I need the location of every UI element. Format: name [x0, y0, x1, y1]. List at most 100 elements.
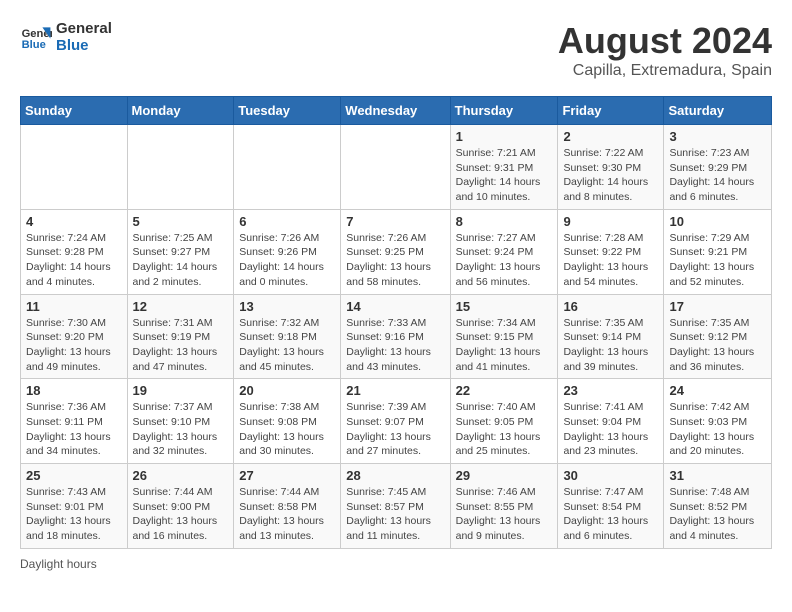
- day-number: 6: [239, 214, 335, 229]
- day-cell: 6 Sunrise: 7:26 AM Sunset: 9:26 PM Daylig…: [234, 209, 341, 294]
- day-cell: 18 Sunrise: 7:36 AM Sunset: 9:11 PM Dayli…: [21, 379, 128, 464]
- day-cell: 28 Sunrise: 7:45 AM Sunset: 8:57 PM Dayli…: [341, 464, 450, 549]
- day-number: 19: [133, 383, 229, 398]
- day-cell: 7 Sunrise: 7:26 AM Sunset: 9:25 PM Daylig…: [341, 209, 450, 294]
- day-cell: 15 Sunrise: 7:34 AM Sunset: 9:15 PM Dayli…: [450, 294, 558, 379]
- day-cell: 16 Sunrise: 7:35 AM Sunset: 9:14 PM Dayli…: [558, 294, 664, 379]
- day-cell: 21Sunrise: 7:39 AM Sunset: 9:07 PM Dayli…: [341, 379, 450, 464]
- day-info: Sunrise: 7:48 AM Sunset: 8:52 PM Dayligh…: [669, 485, 766, 544]
- day-cell: [127, 125, 234, 210]
- day-info: Sunrise: 7:42 AM Sunset: 9:03 PM Dayligh…: [669, 400, 766, 459]
- day-info: Sunrise: 7:35 AM Sunset: 9:14 PM Dayligh…: [563, 316, 658, 375]
- day-cell: 30 Sunrise: 7:47 AM Sunset: 8:54 PM Dayli…: [558, 464, 664, 549]
- day-number: 14: [346, 299, 444, 314]
- day-info: Sunrise: 7:47 AM Sunset: 8:54 PM Dayligh…: [563, 485, 658, 544]
- day-cell: 3 Sunrise: 7:23 AM Sunset: 9:29 PM Daylig…: [664, 125, 772, 210]
- day-info: Sunrise: 7:27 AM Sunset: 9:24 PM Dayligh…: [456, 231, 553, 290]
- day-info: Sunrise: 7:43 AM Sunset: 9:01 PM Dayligh…: [26, 485, 122, 544]
- logo-line1: General: [56, 20, 112, 37]
- day-cell: 31 Sunrise: 7:48 AM Sunset: 8:52 PM Dayli…: [664, 464, 772, 549]
- day-cell: [21, 125, 128, 210]
- header-cell-monday: Monday: [127, 97, 234, 125]
- day-cell: 17 Sunrise: 7:35 AM Sunset: 9:12 PM Dayli…: [664, 294, 772, 379]
- day-number: 3: [669, 129, 766, 144]
- day-info: Sunrise: 7:40 AM Sunset: 9:05 PM Dayligh…: [456, 400, 553, 459]
- day-number: 4: [26, 214, 122, 229]
- day-cell: 5Sunrise: 7:25 AM Sunset: 9:27 PM Daylig…: [127, 209, 234, 294]
- day-cell: 23Sunrise: 7:41 AM Sunset: 9:04 PM Dayli…: [558, 379, 664, 464]
- week-row-1: 1Sunrise: 7:21 AM Sunset: 9:31 PM Daylig…: [21, 125, 772, 210]
- header-cell-thursday: Thursday: [450, 97, 558, 125]
- day-number: 17: [669, 299, 766, 314]
- day-info: Sunrise: 7:29 AM Sunset: 9:21 PM Dayligh…: [669, 231, 766, 290]
- day-info: Sunrise: 7:23 AM Sunset: 9:29 PM Dayligh…: [669, 146, 766, 205]
- header-row: SundayMondayTuesdayWednesdayThursdayFrid…: [21, 97, 772, 125]
- day-info: Sunrise: 7:26 AM Sunset: 9:26 PM Dayligh…: [239, 231, 335, 290]
- day-info: Sunrise: 7:46 AM Sunset: 8:55 PM Dayligh…: [456, 485, 553, 544]
- day-number: 18: [26, 383, 122, 398]
- day-cell: 12 Sunrise: 7:31 AM Sunset: 9:19 PM Dayli…: [127, 294, 234, 379]
- day-cell: [234, 125, 341, 210]
- header-cell-saturday: Saturday: [664, 97, 772, 125]
- header-cell-friday: Friday: [558, 97, 664, 125]
- day-cell: 22 Sunrise: 7:40 AM Sunset: 9:05 PM Dayli…: [450, 379, 558, 464]
- calendar-subtitle: Capilla, Extremadura, Spain: [558, 62, 772, 80]
- week-row-2: 4 Sunrise: 7:24 AM Sunset: 9:28 PM Daylig…: [21, 209, 772, 294]
- logo-line2: Blue: [56, 37, 112, 54]
- day-info: Sunrise: 7:45 AM Sunset: 8:57 PM Dayligh…: [346, 485, 444, 544]
- header-cell-wednesday: Wednesday: [341, 97, 450, 125]
- day-info: Sunrise: 7:39 AM Sunset: 9:07 PM Dayligh…: [346, 400, 444, 459]
- day-cell: 13 Sunrise: 7:32 AM Sunset: 9:18 PM Dayli…: [234, 294, 341, 379]
- day-info: Sunrise: 7:44 AM Sunset: 8:58 PM Dayligh…: [239, 485, 335, 544]
- header-cell-sunday: Sunday: [21, 97, 128, 125]
- day-number: 25: [26, 468, 122, 483]
- day-info: Sunrise: 7:30 AM Sunset: 9:20 PM Dayligh…: [26, 316, 122, 375]
- day-info: Sunrise: 7:33 AM Sunset: 9:16 PM Dayligh…: [346, 316, 444, 375]
- day-cell: 19 Sunrise: 7:37 AM Sunset: 9:10 PM Dayli…: [127, 379, 234, 464]
- day-info: Sunrise: 7:28 AM Sunset: 9:22 PM Dayligh…: [563, 231, 658, 290]
- day-cell: 14 Sunrise: 7:33 AM Sunset: 9:16 PM Dayli…: [341, 294, 450, 379]
- day-info: Sunrise: 7:36 AM Sunset: 9:11 PM Dayligh…: [26, 400, 122, 459]
- calendar-title: August 2024: [558, 20, 772, 62]
- header: General Blue General Blue August 2024 Ca…: [20, 20, 772, 80]
- day-number: 22: [456, 383, 553, 398]
- legend-daylight: Daylight hours: [20, 557, 97, 571]
- day-info: Sunrise: 7:26 AM Sunset: 9:25 PM Dayligh…: [346, 231, 444, 290]
- day-cell: 20Sunrise: 7:38 AM Sunset: 9:08 PM Dayli…: [234, 379, 341, 464]
- day-number: 26: [133, 468, 229, 483]
- day-cell: 1Sunrise: 7:21 AM Sunset: 9:31 PM Daylig…: [450, 125, 558, 210]
- day-number: 31: [669, 468, 766, 483]
- day-number: 7: [346, 214, 444, 229]
- day-info: Sunrise: 7:31 AM Sunset: 9:19 PM Dayligh…: [133, 316, 229, 375]
- day-info: Sunrise: 7:32 AM Sunset: 9:18 PM Dayligh…: [239, 316, 335, 375]
- day-number: 1: [456, 129, 553, 144]
- day-number: 16: [563, 299, 658, 314]
- day-info: Sunrise: 7:35 AM Sunset: 9:12 PM Dayligh…: [669, 316, 766, 375]
- legend: Daylight hours: [20, 557, 772, 571]
- day-info: Sunrise: 7:24 AM Sunset: 9:28 PM Dayligh…: [26, 231, 122, 290]
- day-number: 5: [133, 214, 229, 229]
- svg-text:Blue: Blue: [22, 39, 46, 51]
- day-cell: 8Sunrise: 7:27 AM Sunset: 9:24 PM Daylig…: [450, 209, 558, 294]
- header-cell-tuesday: Tuesday: [234, 97, 341, 125]
- day-cell: 24 Sunrise: 7:42 AM Sunset: 9:03 PM Dayli…: [664, 379, 772, 464]
- day-number: 12: [133, 299, 229, 314]
- day-number: 10: [669, 214, 766, 229]
- day-number: 15: [456, 299, 553, 314]
- logo-icon: General Blue: [20, 21, 52, 53]
- week-row-3: 11Sunrise: 7:30 AM Sunset: 9:20 PM Dayli…: [21, 294, 772, 379]
- day-number: 13: [239, 299, 335, 314]
- day-number: 30: [563, 468, 658, 483]
- day-info: Sunrise: 7:34 AM Sunset: 9:15 PM Dayligh…: [456, 316, 553, 375]
- day-number: 27: [239, 468, 335, 483]
- day-cell: 4 Sunrise: 7:24 AM Sunset: 9:28 PM Daylig…: [21, 209, 128, 294]
- day-number: 23: [563, 383, 658, 398]
- day-number: 24: [669, 383, 766, 398]
- day-number: 9: [563, 214, 658, 229]
- day-cell: 25 Sunrise: 7:43 AM Sunset: 9:01 PM Dayli…: [21, 464, 128, 549]
- day-info: Sunrise: 7:22 AM Sunset: 9:30 PM Dayligh…: [563, 146, 658, 205]
- day-cell: [341, 125, 450, 210]
- day-info: Sunrise: 7:37 AM Sunset: 9:10 PM Dayligh…: [133, 400, 229, 459]
- day-number: 28: [346, 468, 444, 483]
- day-number: 2: [563, 129, 658, 144]
